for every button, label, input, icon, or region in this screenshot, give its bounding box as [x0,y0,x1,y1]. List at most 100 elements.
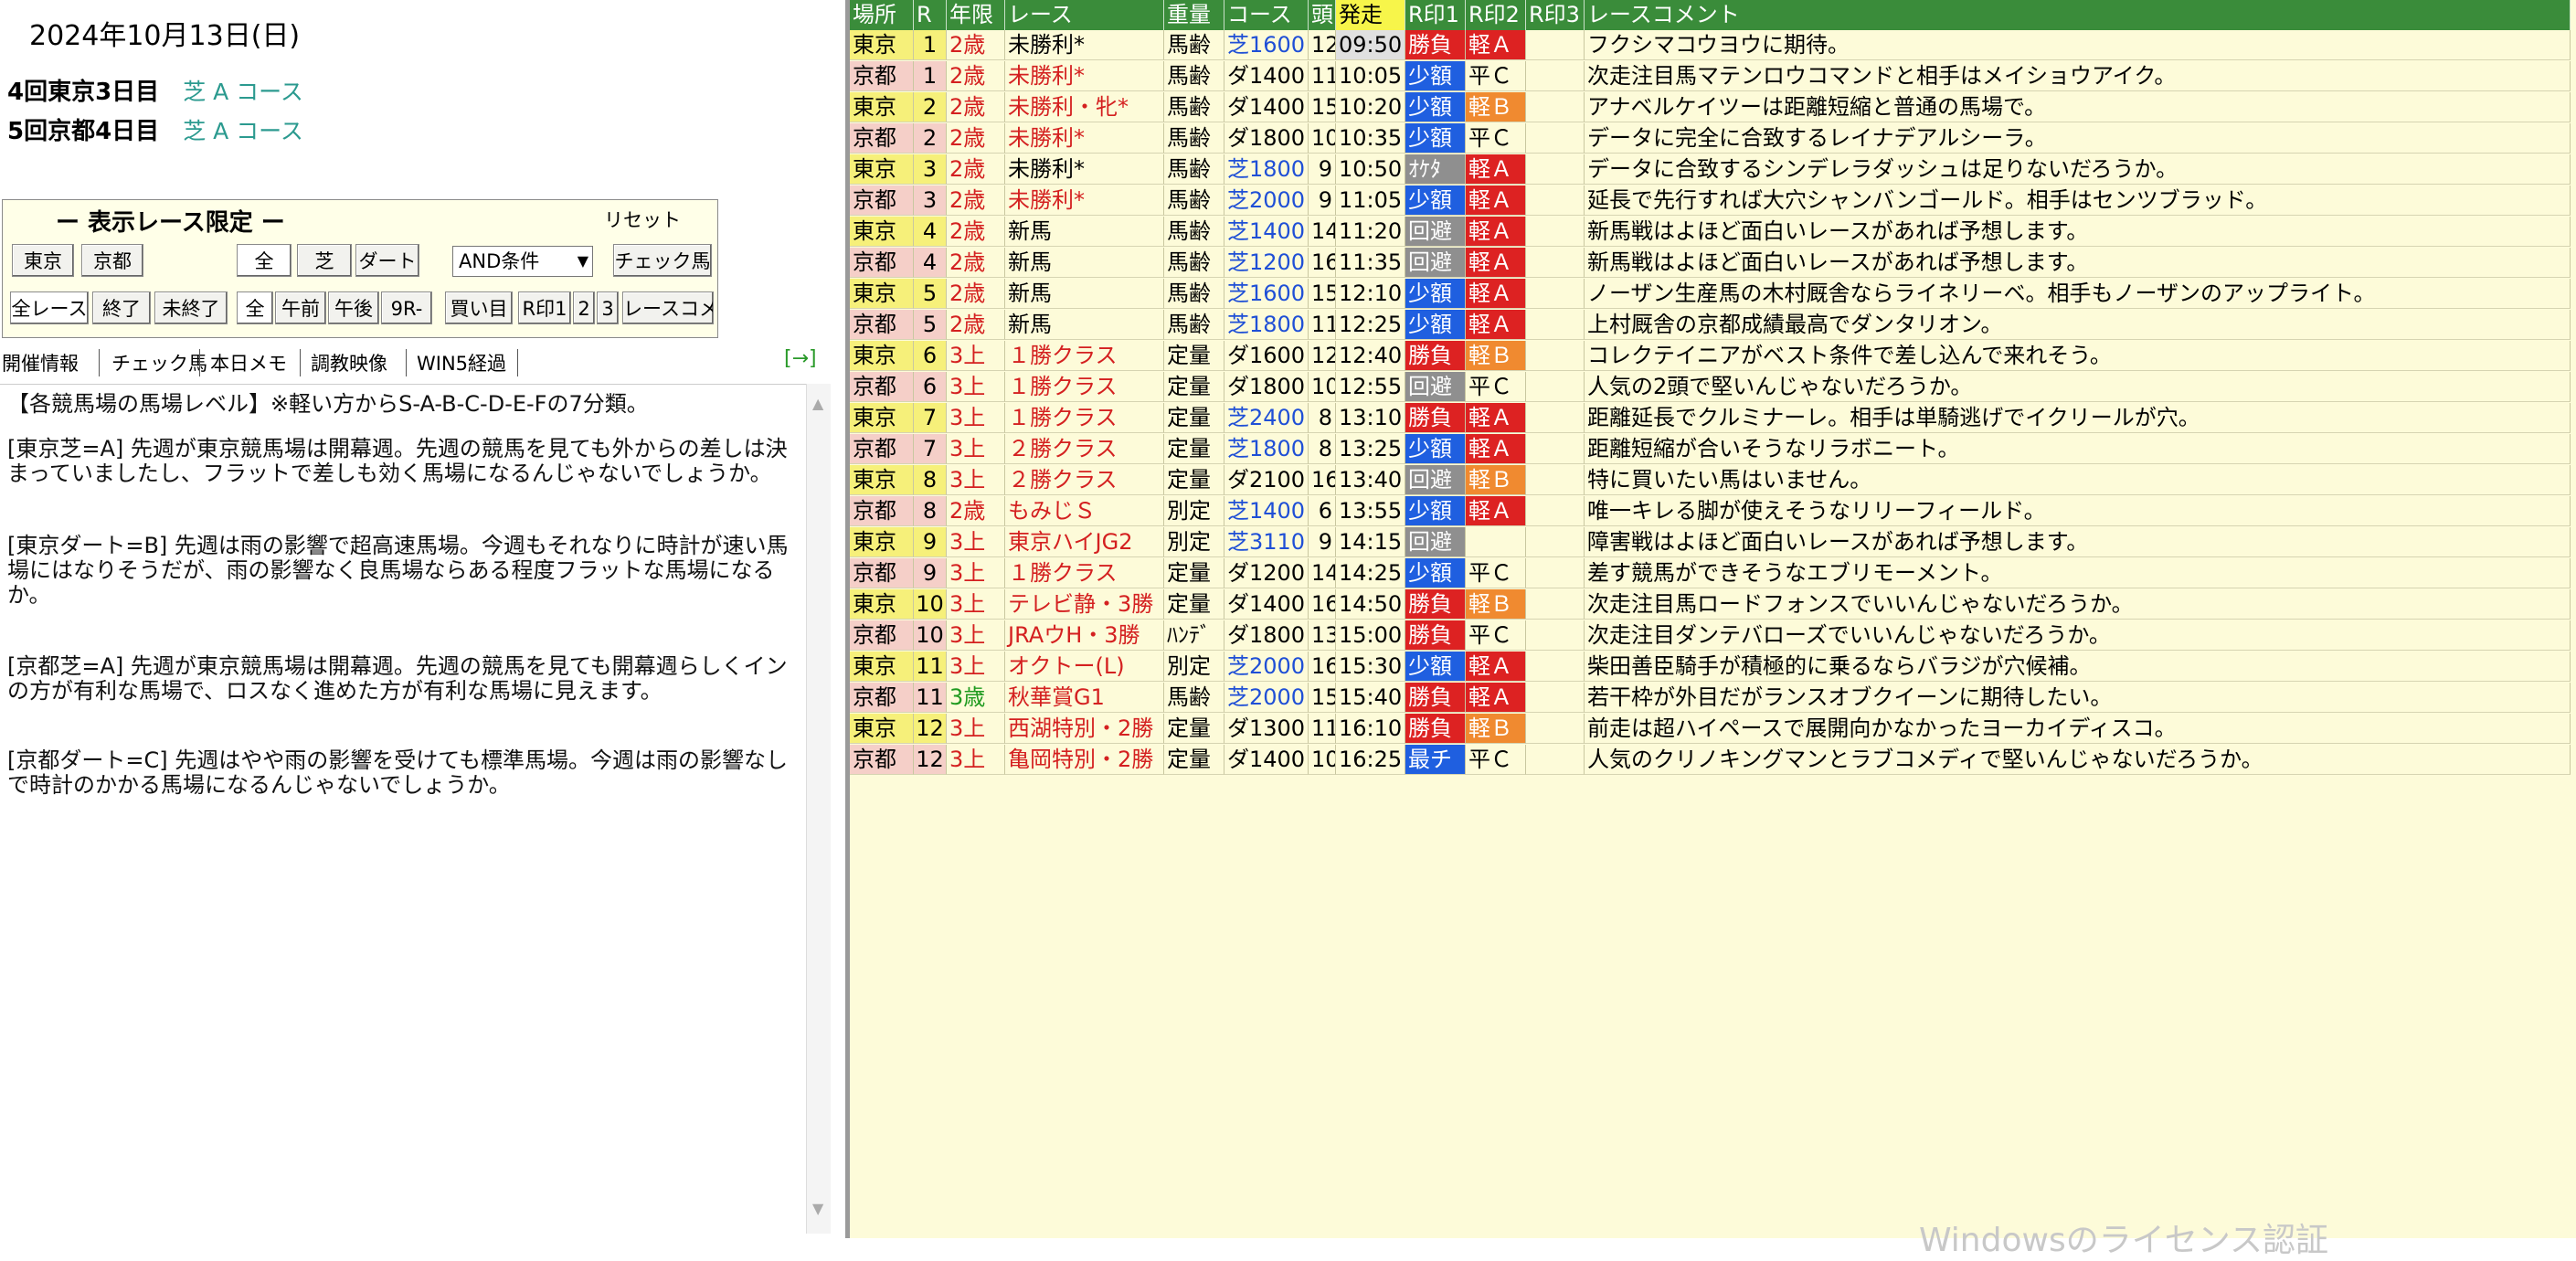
mark3-cell[interactable] [1526,527,1585,557]
heads-cell[interactable]: 11 [1309,310,1336,340]
course-cell[interactable]: 芝1800 [1224,154,1309,185]
race-number-cell[interactable]: 5 [914,310,947,340]
race-comment-cell[interactable]: 次走注目馬マテンロウコマンドと相手はメイショウアイク。 [1585,61,2571,91]
heads-cell[interactable]: 11 [1309,714,1336,744]
race-comment-cell[interactable]: 唯一キレる脚が使えそうなリリーフィールド。 [1585,496,2571,526]
venue-cell[interactable]: 東京 [850,527,914,557]
buy-button[interactable]: 買い目 [445,291,513,324]
course-cell[interactable]: ダ1200 [1224,558,1309,588]
race-number-cell[interactable]: 1 [914,30,947,60]
venue-cell[interactable]: 京都 [850,620,914,651]
tab-event-info[interactable]: 開催情報 [2,349,79,376]
mark1-cell[interactable]: 少額 [1405,496,1466,526]
course-cell[interactable]: ダ1400 [1224,92,1309,122]
mark3-cell[interactable] [1526,683,1585,713]
heads-cell[interactable]: 9 [1309,154,1336,185]
condition-select[interactable]: AND条件 ▼ [452,246,593,277]
age-cell[interactable]: 2歳 [947,61,1005,91]
venue-cell[interactable]: 東京 [850,465,914,495]
course-cell[interactable]: 芝1400 [1224,217,1309,247]
race-number-cell[interactable]: 11 [914,652,947,682]
race-number-cell[interactable]: 9 [914,558,947,588]
race-comment-button[interactable]: レースコメ [622,291,714,324]
unfinished-button[interactable]: 未終了 [154,291,228,324]
weight-cell[interactable]: 定量 [1164,372,1224,402]
venue-cell[interactable]: 東京 [850,217,914,247]
race-name-cell[interactable]: JRAウH・3勝 [1005,620,1164,651]
race-name-cell[interactable]: テレビ静・3勝 [1005,589,1164,620]
course-cell[interactable]: 芝1600 [1224,30,1309,60]
post-time-cell[interactable]: 11:05 [1336,185,1405,216]
race-row[interactable]: 京都 7 3上 ２勝クラス 定量 芝1800 8 13:25 少額 軽Ａ 距離短縮が合いそうなリラボ… [850,434,2576,465]
race-name-cell[interactable]: 新馬 [1005,217,1164,247]
mark2-cell[interactable]: 軽Ｂ [1466,714,1526,744]
post-time-cell[interactable]: 13:10 [1336,403,1405,433]
heads-cell[interactable]: 15 [1309,92,1336,122]
venue-cell[interactable]: 東京 [850,341,914,371]
race-row[interactable]: 京都93上１勝クラス定量ダ12001414:25少額平Ｃ 差す競馬ができそうなエブ… [850,558,2576,589]
mark2-cell[interactable]: 平Ｃ [1466,558,1526,588]
mark1-cell[interactable]: ｵｹﾀ [1405,154,1466,185]
mark2-cell[interactable]: 軽Ａ [1466,434,1526,464]
heads-cell[interactable]: 6 [1309,496,1336,526]
race-name-cell[interactable]: 新馬 [1005,279,1164,309]
race-row[interactable]: 東京42歳新馬馬齢芝14001411:20回避軽Ａ 新馬戦はよほど面白いレースがあ… [850,217,2576,248]
mark1-cell[interactable]: 回避 [1405,465,1466,495]
mark2-cell[interactable]: 軽Ａ [1466,652,1526,682]
race-number-cell[interactable]: 5 [914,279,947,309]
race-row[interactable]: 京都42歳新馬馬齢芝12001611:35回避軽Ａ 新馬戦はよほど面白いレースがあ… [850,248,2576,279]
race-comment-cell[interactable]: 人気の2頭で堅いんじゃないだろうか。 [1585,372,2571,402]
race-comment-cell[interactable]: 人気のクリノキングマンとラブコメディで堅いんじゃないだろうか。 [1585,745,2571,775]
mark3-cell[interactable] [1526,465,1585,495]
heads-cell[interactable]: 15 [1309,279,1336,309]
venue-cell[interactable]: 京都 [850,185,914,216]
race-comment-cell[interactable]: 延長で先行すれば大穴シャンバンゴールド。相手はセンツブラッド。 [1585,185,2571,216]
race-row[interactable]: 東京113上オクトー(L)別定芝20001615:30少額軽Ａ 柴田善臣騎手が積極… [850,652,2576,683]
race-row[interactable]: 東京83上２勝クラス定量ダ21001613:40回避軽Ｂ 特に買いたい馬はいません… [850,465,2576,496]
venue-cell[interactable]: 京都 [850,434,914,464]
race-number-cell[interactable]: 7 [914,434,947,464]
course-cell[interactable]: 芝1800 [1224,310,1309,340]
mark1-cell[interactable]: 少額 [1405,92,1466,122]
nine-r-button[interactable]: 9R- [381,291,432,324]
heads-cell[interactable]: 14 [1309,558,1336,588]
age-cell[interactable]: 2歳 [947,154,1005,185]
post-time-cell[interactable]: 12:40 [1336,341,1405,371]
mark2-cell[interactable] [1466,527,1526,557]
race-name-cell[interactable]: 未勝利* [1005,123,1164,154]
mark2-cell[interactable]: 軽Ｂ [1466,341,1526,371]
mark1-cell[interactable]: 少額 [1405,434,1466,464]
tab-check-horse[interactable]: チェック馬 [111,349,207,376]
weight-cell[interactable]: 別定 [1164,527,1224,557]
race-name-cell[interactable]: ２勝クラス [1005,434,1164,464]
mark3-cell[interactable] [1526,154,1585,185]
venue-cell[interactable]: 京都 [850,248,914,278]
venue-cell[interactable]: 東京 [850,154,914,185]
age-cell[interactable]: 3上 [947,372,1005,402]
venue-cell[interactable]: 京都 [850,683,914,713]
heads-cell[interactable]: 9 [1309,185,1336,216]
course-cell[interactable]: ダ1400 [1224,745,1309,775]
race-comment-cell[interactable]: 若干枠が外目だがランスオブクイーンに期待したい。 [1585,683,2571,713]
post-time-cell[interactable]: 10:20 [1336,92,1405,122]
heads-cell[interactable]: 12 [1309,30,1336,60]
venue-cell[interactable]: 東京 [850,403,914,433]
race-name-cell[interactable]: 新馬 [1005,310,1164,340]
heads-cell[interactable]: 14 [1309,217,1336,247]
mark3-cell[interactable] [1526,310,1585,340]
age-cell[interactable]: 3上 [947,652,1005,682]
mark3-button[interactable]: 3 [597,291,619,324]
race-row[interactable]: 京都52歳新馬馬齢芝18001112:25少額軽Ａ 上村厩舎の京都成績最高でダンタ… [850,310,2576,341]
mark2-cell[interactable]: 軽Ｂ [1466,465,1526,495]
venue-cell[interactable]: 京都 [850,558,914,588]
race-row[interactable]: 京都123上亀岡特別・2勝定量ダ14001016:25最チ平Ｃ 人気のクリノキング… [850,745,2576,776]
age-cell[interactable]: 3上 [947,403,1005,433]
scroll-down-icon[interactable]: ▼ [812,1200,823,1217]
race-row[interactable]: 東京123上西湖特別・2勝定量ダ13001116:10勝負軽Ｂ 前走は超ハイペース… [850,714,2576,745]
age-cell[interactable]: 3上 [947,558,1005,588]
age-cell[interactable]: 3上 [947,589,1005,620]
weight-cell[interactable]: 定量 [1164,341,1224,371]
header-mark1[interactable]: R印1 [1405,0,1466,30]
venue-cell[interactable]: 東京 [850,652,914,682]
weight-cell[interactable]: 馬齢 [1164,248,1224,278]
